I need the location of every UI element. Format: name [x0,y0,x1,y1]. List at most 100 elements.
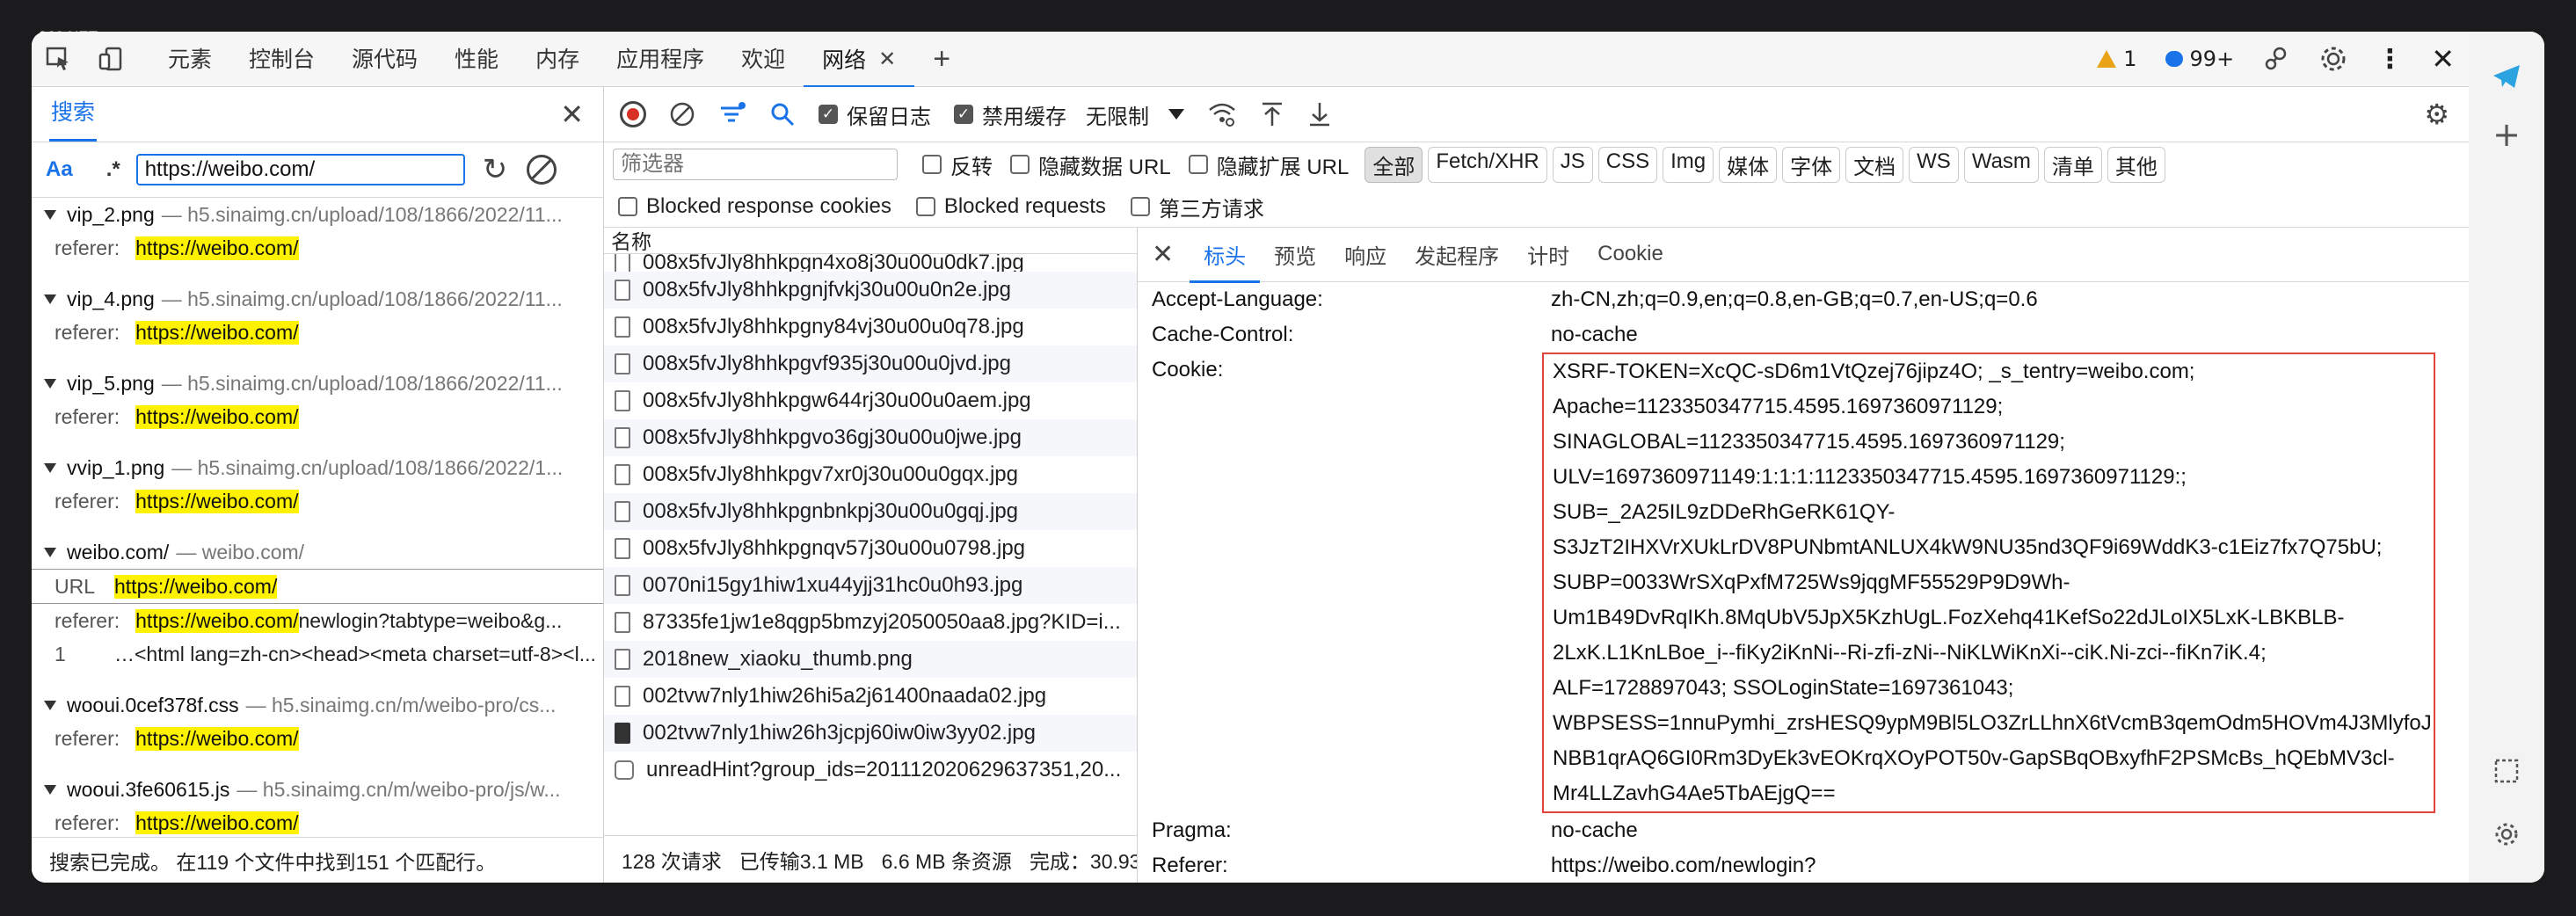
hide-data-url-checkbox[interactable]: 隐藏数据 URL [1010,149,1171,180]
hide-extension-url-checkbox[interactable]: 隐藏扩展 URL [1188,149,1349,180]
settings-gear-icon[interactable] [2304,32,2362,86]
record-button[interactable] [620,101,646,127]
type-filter-chip[interactable]: 其他 [2107,146,2165,183]
network-conditions-icon[interactable] [1207,101,1237,127]
result-file[interactable]: wooui.0cef378f.css — h5.sinaimg.cn/m/weib… [32,688,603,722]
messages-badge[interactable]: 99+ [2151,32,2249,86]
result-match[interactable]: URL https://weibo.com/ [32,569,603,604]
new-tab-button[interactable]: + [914,32,969,86]
tab-2[interactable]: 源代码 [333,32,436,85]
request-row[interactable]: 0070ni15gy1hiw1xu44yjj31hc0u0h93.jpg [604,567,1137,604]
request-row[interactable]: 002tvw7nly1hiw26hi5a2j61400naada02.jpg [604,678,1137,715]
tab-0[interactable]: 元素 [149,32,230,85]
result-file[interactable]: vvip_1.png — h5.sinaimg.cn/upload/108/186… [32,451,603,484]
detail-tab[interactable]: 标头 [1190,227,1261,283]
request-row[interactable]: 002tvw7nly1hiw26h3jcpj60iw0iw3yy02.jpg [604,715,1137,752]
telegram-icon[interactable] [2488,58,2525,95]
tab-4[interactable]: 内存 [517,32,598,85]
filter-input[interactable] [613,149,898,180]
result-match[interactable]: referer: https://weibo.com/ [32,484,603,518]
match-case-toggle[interactable]: Aa [46,157,73,182]
request-row[interactable]: 87335fe1jw1e8qgp5bmzyj2050050aa8.jpg?KID… [604,604,1137,641]
disclosure-triangle-icon[interactable] [44,784,56,795]
request-row[interactable]: 008x5fvJly8hhkpgv7xr0j30u00u0gqx.jpg [604,456,1137,493]
screenshot-icon[interactable] [2488,752,2525,789]
close-tab-icon[interactable]: ✕ [878,47,896,72]
result-file[interactable]: wooui.3fe60615.js — h5.sinaimg.cn/m/weibo… [32,773,603,806]
filter-icon[interactable] [718,101,746,127]
tab-3[interactable]: 性能 [436,32,517,85]
disable-cache-checkbox[interactable]: ✓ 禁用缓存 [954,99,1066,130]
tab-1[interactable]: 控制台 [230,32,333,85]
invert-checkbox[interactable]: 反转 [922,149,993,180]
network-settings-icon[interactable]: ⚙ [2424,98,2449,131]
request-row[interactable]: 008x5fvJly8hhkpgn4xo8j30u00u0dk7.jpg [604,254,1137,272]
type-filter-chip[interactable]: Img [1663,146,1714,183]
blocked-requests-checkbox[interactable]: Blocked requests [915,194,1106,219]
refresh-icon[interactable]: ↻ [483,152,508,187]
tab-7[interactable]: 网络 ✕ [804,32,915,88]
request-row[interactable]: unreadHint?group_ids=201112020629637351,… [604,752,1137,789]
result-file[interactable]: vip_2.png — h5.sinaimg.cn/upload/108/1866… [32,198,603,231]
type-filter-chip[interactable]: Wasm [1963,146,2039,183]
request-row[interactable]: 008x5fvJly8hhkpgvf935j30u00u0jvd.jpg [604,345,1137,382]
close-search-icon[interactable]: ✕ [560,98,584,131]
result-match[interactable]: referer: https://weibo.com/ [32,231,603,265]
search-input[interactable] [135,154,465,185]
detail-tab[interactable]: 计时 [1513,227,1583,281]
request-row[interactable]: 008x5fvJly8hhkpgnbnkpj30u00u0gqj.jpg [604,493,1137,530]
type-filter-chip[interactable]: 字体 [1782,146,1841,183]
type-filter-chip[interactable]: 清单 [2043,146,2102,183]
third-party-checkbox[interactable]: 第三方请求 [1130,192,1264,222]
type-filter-chip[interactable]: 媒体 [1719,146,1778,183]
result-match[interactable]: referer: https://weibo.com/ [32,806,603,834]
type-filter-chip[interactable]: 文档 [1845,146,1904,183]
type-filter-chip[interactable]: 全部 [1364,146,1423,183]
disclosure-triangle-icon[interactable] [44,547,56,557]
request-row[interactable]: 008x5fvJly8hhkpgvo36gj30u00u0jwe.jpg [604,419,1137,456]
disclosure-triangle-icon[interactable] [44,462,56,473]
close-detail-icon[interactable]: ✕ [1152,239,1174,270]
throttle-select[interactable]: 无限制 [1086,99,1184,130]
device-toggle-icon[interactable] [84,32,137,86]
detail-tab[interactable]: 发起程序 [1401,227,1513,281]
result-match[interactable]: 1 …<html lang=zh-cn><head><meta charset=u… [32,637,603,671]
disclosure-triangle-icon[interactable] [44,209,56,220]
tab-5[interactable]: 应用程序 [598,32,723,85]
request-row[interactable]: 008x5fvJly8hhkpgny84vj30u00u0q78.jpg [604,309,1137,345]
import-har-icon[interactable] [1260,101,1284,127]
result-match[interactable]: referer: https://weibo.com/ [32,400,603,433]
clear-search-icon[interactable] [527,155,557,185]
request-row[interactable]: 008x5fvJly8hhkpgnqv57j30u00u0798.jpg [604,530,1137,567]
disclosure-triangle-icon[interactable] [44,700,56,710]
type-filter-chip[interactable]: CSS [1597,146,1658,183]
more-options-icon[interactable]: ⋮ [2362,32,2417,86]
inspect-element-icon[interactable] [32,32,84,86]
export-har-icon[interactable] [1307,101,1332,127]
detail-tab[interactable]: Cookie [1583,227,1677,281]
detail-tab[interactable]: 响应 [1330,227,1401,281]
result-match[interactable]: referer: https://weibo.com/ [32,722,603,755]
name-column-header[interactable]: 名称 [604,227,1137,254]
close-devtools-icon[interactable]: ✕ [2417,32,2469,86]
preserve-log-checkbox[interactable]: ✓ 保留日志 [819,99,931,130]
type-filter-chip[interactable]: Fetch/XHR [1428,146,1547,183]
type-filter-chip[interactable]: WS [1909,146,1959,183]
request-row[interactable]: 008x5fvJly8hhkpgw644rj30u00u0aem.jpg [604,382,1137,419]
detail-tab[interactable]: 预览 [1260,227,1330,281]
type-filter-chip[interactable]: JS [1552,146,1593,183]
regex-toggle[interactable]: .* [106,157,120,182]
blocked-cookies-checkbox[interactable]: Blocked response cookies [618,194,891,219]
request-row[interactable]: 2018new_xiaoku_thumb.png [604,641,1137,678]
clear-log-icon[interactable] [669,101,695,127]
add-sidebar-icon[interactable]: + [2488,115,2525,154]
request-row[interactable]: 008x5fvJly8hhkpgnjfvkj30u00u0n2e.jpg [604,272,1137,309]
result-match[interactable]: referer: https://weibo.com/newlogin?tabty… [32,604,603,637]
result-file[interactable]: vip_5.png — h5.sinaimg.cn/upload/108/1866… [32,367,603,400]
disclosure-triangle-icon[interactable] [44,378,56,389]
search-icon[interactable] [769,101,796,127]
warnings-badge[interactable]: 1 [2083,32,2150,86]
result-match[interactable]: referer: https://weibo.com/ [32,316,603,349]
tab-6[interactable]: 欢迎 [723,32,804,85]
connection-icon[interactable] [2248,32,2304,86]
